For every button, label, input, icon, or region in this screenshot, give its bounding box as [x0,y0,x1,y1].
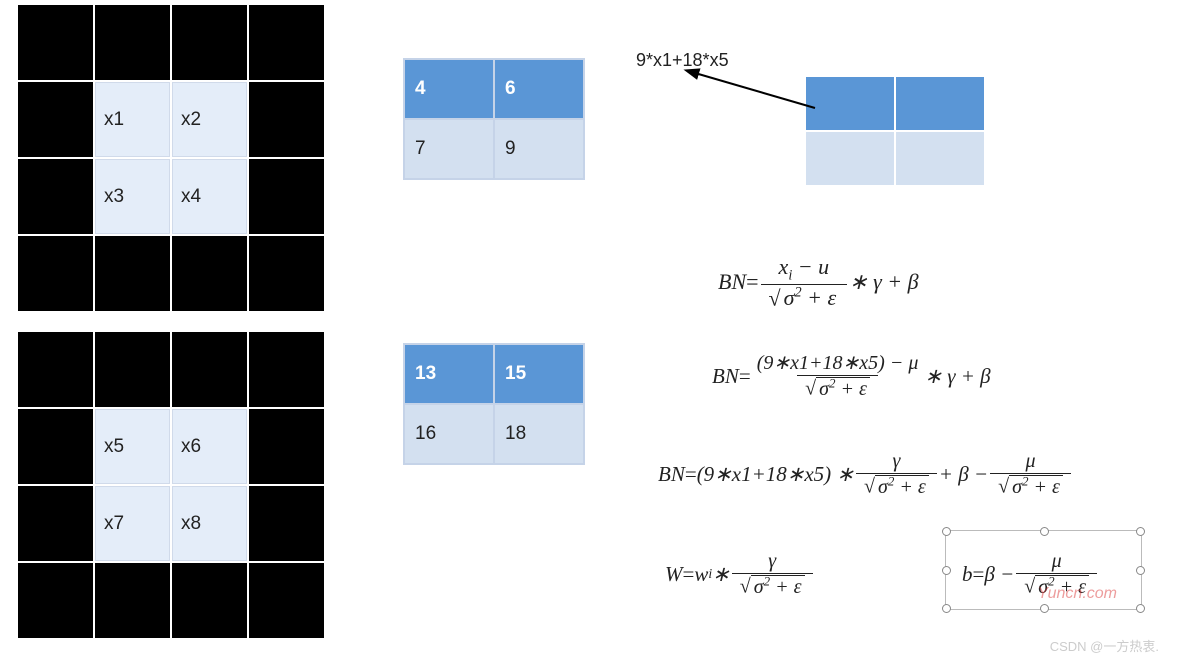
cell-x8: x8 [172,486,247,561]
k1-00: 4 [404,59,494,119]
output-grid [805,76,985,186]
cell-x5: x5 [95,409,170,484]
watermark-2: Yuncn.com [1038,585,1117,603]
k1-10: 7 [404,119,494,179]
formula-bn1: BN= xi − u √σ2 + ε ∗ γ + β [718,254,919,310]
k1-11: 9 [494,119,584,179]
cell-x2: x2 [172,82,247,157]
formula-w: W= wi ∗ γ √σ2 + ε [665,550,815,599]
cell-x3: x3 [95,159,170,234]
watermark: CSDN @一方热衷. [1050,636,1159,655]
k1-01: 6 [494,59,584,119]
cell-x1: x1 [95,82,170,157]
cell-x6: x6 [172,409,247,484]
arrow-icon [680,68,830,138]
k2-00: 13 [404,344,494,404]
padded-input-2: x5 x6 x7 x8 [18,332,324,638]
k2-11: 18 [494,404,584,464]
k2-10: 16 [404,404,494,464]
cell-x4: x4 [172,159,247,234]
padded-input-1: x1 x2 x3 x4 [18,5,324,311]
kernel-1: 4 6 7 9 [403,58,585,180]
formula-bn2: BN= (9∗x1+18∗x5) − μ √σ2 + ε ∗ γ + β [712,352,991,401]
k2-01: 15 [494,344,584,404]
kernel-2: 13 15 16 18 [403,343,585,465]
cell-x7: x7 [95,486,170,561]
formula-bn3: BN= (9∗x1+18∗x5) ∗ γ √σ2 + ε + β − μ √σ2… [658,450,1073,499]
